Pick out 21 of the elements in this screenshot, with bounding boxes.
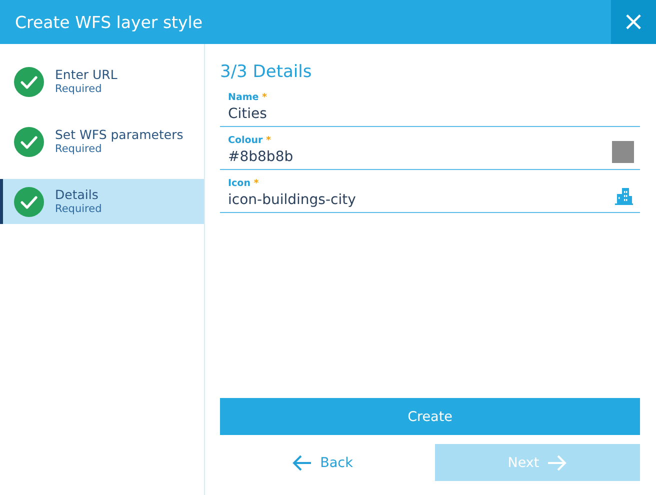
arrow-right-icon: [547, 454, 568, 470]
step-title: Enter URL: [55, 67, 118, 83]
field-label: Icon *: [228, 178, 260, 190]
input-field[interactable]: Colour * #8b8b8b: [220, 135, 640, 170]
input-field[interactable]: Name * Cities: [220, 92, 640, 127]
step-title: Details: [55, 187, 100, 203]
step-title: Set WFS parameters: [55, 127, 184, 143]
buildings-icon[interactable]: [614, 186, 634, 206]
step-hint: Required: [55, 143, 103, 156]
window-title: Create WFS layer style: [14, 12, 204, 34]
step-item[interactable]: Details Required: [0, 179, 204, 224]
arrow-left-icon: [292, 454, 312, 470]
step-hint: Required: [55, 83, 103, 96]
step-item[interactable]: Set WFS parameters Required: [0, 119, 204, 164]
color-swatch[interactable]: [612, 141, 634, 163]
section-heading: 3/3 Details: [220, 62, 313, 82]
field-label: Colour *: [228, 135, 272, 147]
step-item[interactable]: Enter URL Required: [0, 59, 204, 104]
field-label: Name *: [228, 92, 268, 104]
step-hint: Required: [55, 203, 102, 216]
input-field[interactable]: Icon * icon-buildings-city: [220, 178, 640, 213]
